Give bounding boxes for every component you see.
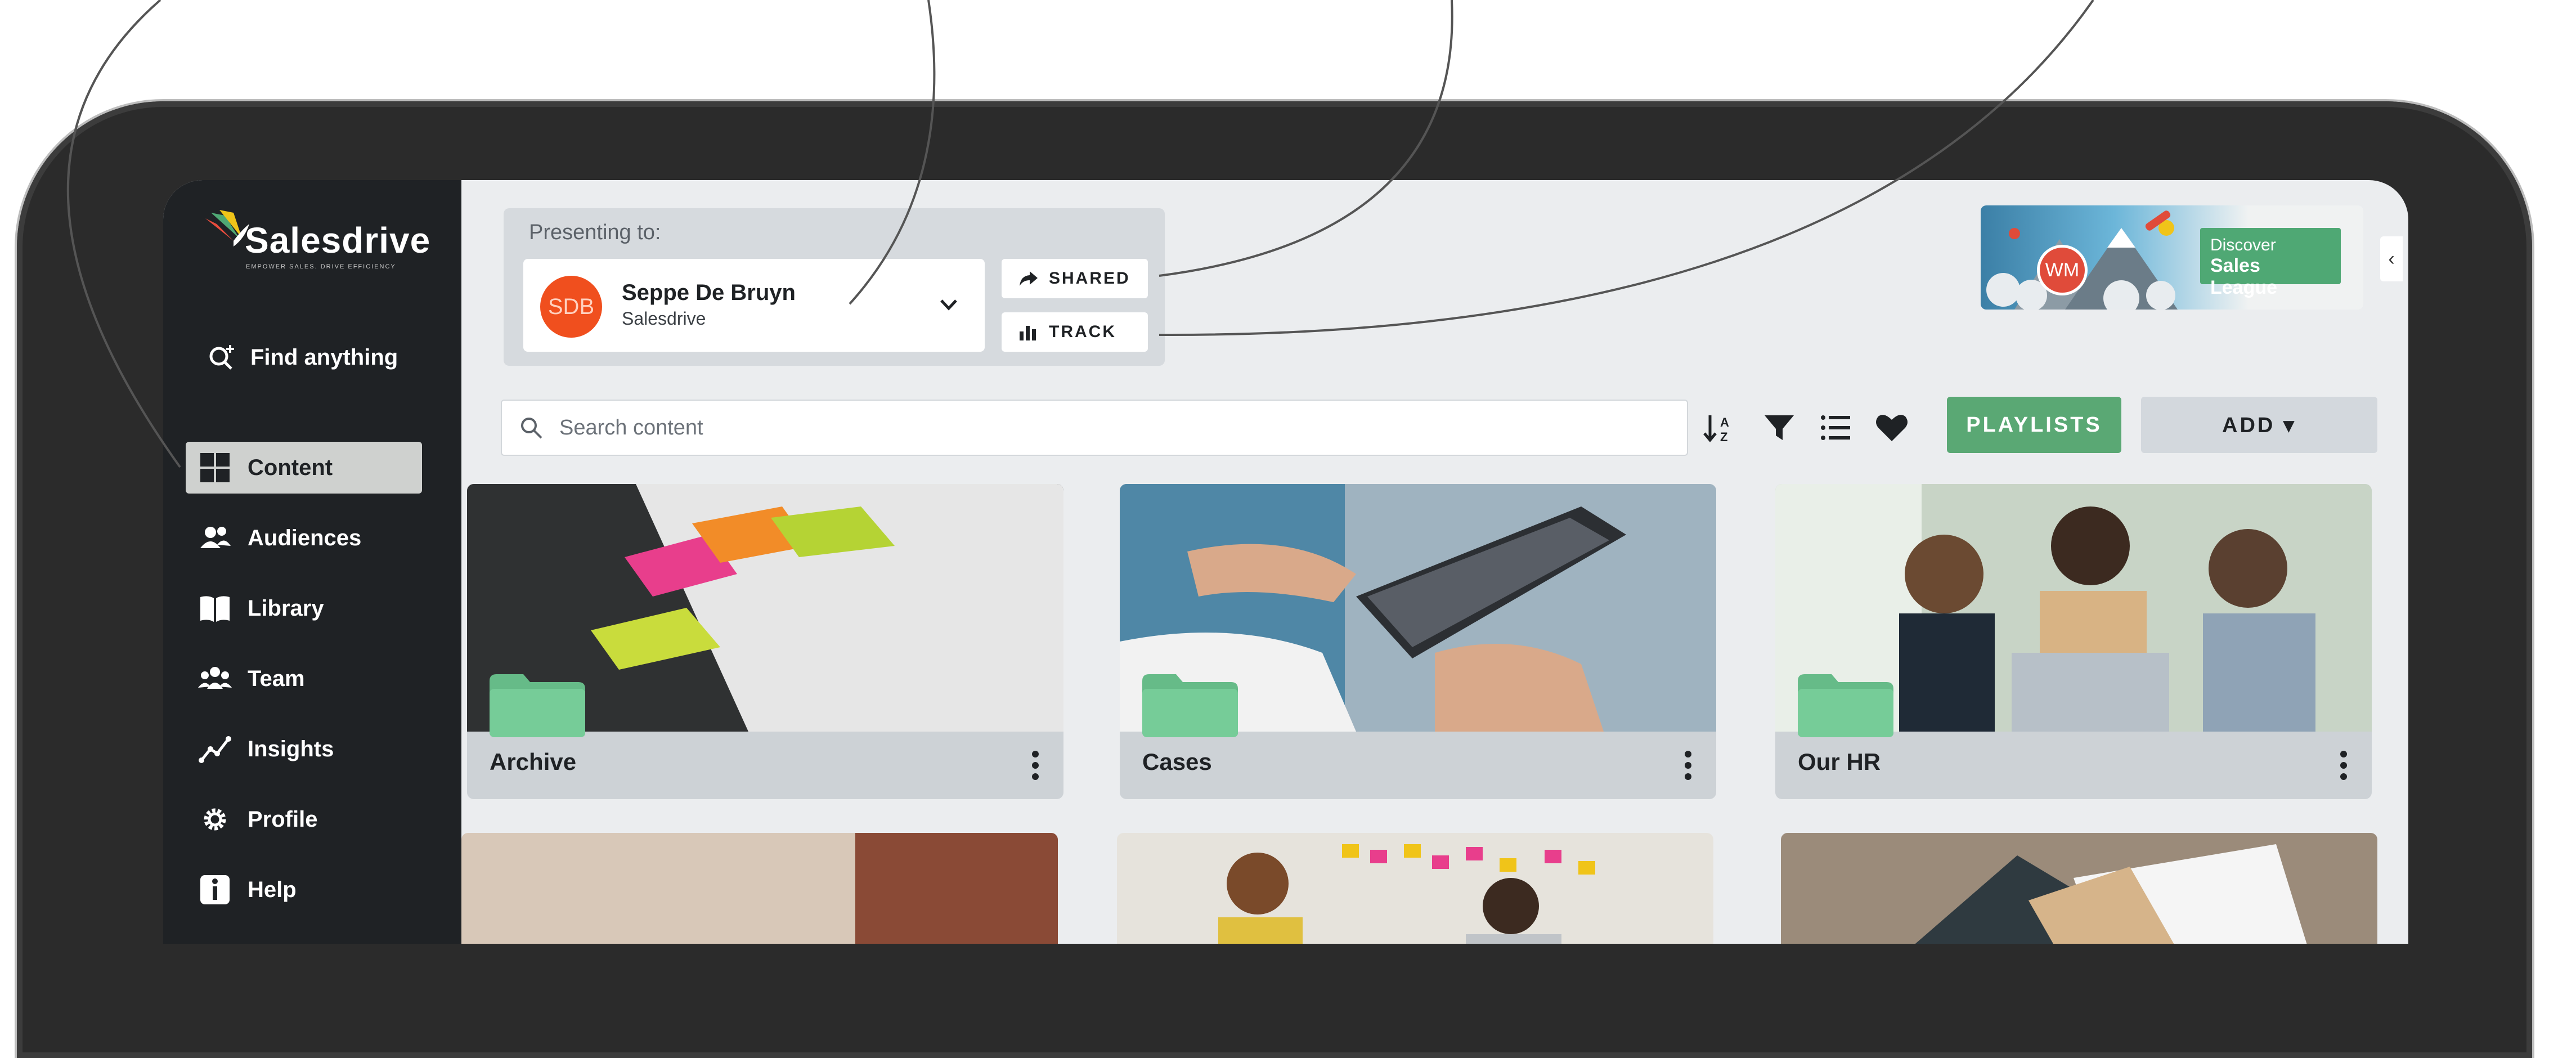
- track-button[interactable]: TRACK: [1002, 312, 1148, 352]
- search-bar[interactable]: [501, 400, 1688, 456]
- chevron-left-icon: ‹: [2388, 248, 2395, 270]
- more-vertical-icon[interactable]: [1682, 748, 1694, 782]
- more-vertical-icon[interactable]: [2338, 748, 2349, 782]
- sidebar-item-profile[interactable]: Profile: [186, 793, 422, 845]
- brochures-thumbnail: [1781, 833, 2377, 944]
- shared-button[interactable]: SHARED: [1002, 259, 1148, 298]
- promo-line2: Sales League: [2210, 255, 2278, 298]
- playlists-button[interactable]: PLAYLISTS: [1947, 397, 2121, 453]
- sidebar-item-label: Library: [248, 595, 324, 621]
- chart-line-icon: [199, 736, 231, 763]
- share-arrow-icon: [1020, 271, 1038, 286]
- folder-card-archive[interactable]: Archive: [467, 484, 1063, 799]
- folder-card-our-hr[interactable]: Our HR: [1775, 484, 2372, 799]
- card-title: Cases: [1142, 748, 1212, 775]
- promo-line1: Discover: [2210, 236, 2276, 254]
- collapse-panel-button[interactable]: ‹: [2380, 236, 2403, 281]
- shared-label: SHARED: [1049, 269, 1130, 288]
- card-title: Archive: [490, 748, 577, 775]
- find-anything-label: Find anything: [250, 344, 398, 370]
- folder-card-brochures[interactable]: [1781, 833, 2377, 944]
- sidebar-item-label: Help: [248, 877, 297, 902]
- find-anything-button[interactable]: Find anything: [189, 335, 436, 380]
- search-plus-icon: [209, 345, 234, 370]
- track-label: TRACK: [1049, 322, 1116, 341]
- sidebar-item-label: Insights: [248, 736, 334, 761]
- team-icon: [198, 667, 232, 689]
- folder-icon: [490, 674, 585, 737]
- sidebar-item-insights[interactable]: Insights: [186, 723, 422, 775]
- svg-text:A: A: [1720, 415, 1729, 429]
- heart-icon[interactable]: [1874, 410, 1910, 446]
- sidebar-item-label: Team: [248, 666, 305, 691]
- list-view-icon[interactable]: [1817, 410, 1854, 446]
- chevron-down-icon: [940, 299, 957, 311]
- folder-card-cases[interactable]: Cases: [1120, 484, 1716, 799]
- presenting-panel: Presenting to: SDB Seppe De Bruyn Salesd…: [504, 208, 1165, 366]
- sidebar-item-content[interactable]: Content: [186, 442, 422, 494]
- folder-icon: [1142, 674, 1238, 737]
- main-content: Presenting to: SDB Seppe De Bruyn Salesd…: [461, 180, 2408, 944]
- handshake-thumbnail: [461, 833, 1058, 944]
- search-input[interactable]: [558, 415, 1630, 441]
- logo-wordmark: Salesdrive: [245, 220, 431, 261]
- audience-selector[interactable]: SDB Seppe De Bruyn Salesdrive: [523, 259, 985, 352]
- more-vertical-icon[interactable]: [1030, 748, 1041, 782]
- presenting-label: Presenting to:: [529, 221, 661, 244]
- audience-organisation: Salesdrive: [622, 308, 706, 329]
- sidebar-item-label: Audiences: [248, 525, 362, 550]
- promo-tag: Discover Sales League: [2200, 228, 2341, 298]
- folder-card-whiteboard[interactable]: [1117, 833, 1713, 944]
- sidebar-item-library[interactable]: Library: [186, 582, 422, 634]
- promo-avatar: WM: [2037, 245, 2088, 295]
- users-icon: [200, 527, 231, 548]
- sidebar: Salesdrive EMPOWER SALES. DRIVE EFFICIEN…: [163, 180, 461, 944]
- whiteboard-thumbnail: [1117, 833, 1713, 944]
- folder-icon: [1798, 674, 1893, 737]
- info-icon: [200, 875, 230, 904]
- svg-text:Z: Z: [1720, 430, 1727, 444]
- sort-az-icon[interactable]: A Z: [1702, 410, 1738, 446]
- book-icon: [200, 596, 230, 622]
- search-icon: [521, 418, 542, 439]
- sidebar-item-audiences[interactable]: Audiences: [186, 512, 422, 564]
- sales-league-promo[interactable]: WM Discover Sales League: [1981, 205, 2363, 310]
- folder-card-handshake[interactable]: [461, 833, 1058, 944]
- filter-icon[interactable]: [1761, 410, 1797, 446]
- app-screen: Salesdrive EMPOWER SALES. DRIVE EFFICIEN…: [163, 180, 2408, 944]
- promo-illustration: [1986, 210, 2178, 310]
- card-title: Our HR: [1798, 748, 1881, 775]
- sidebar-item-help[interactable]: Help: [186, 864, 422, 916]
- gear-icon: [204, 808, 226, 831]
- bird-logo-icon: [205, 210, 249, 246]
- bar-chart-icon: [1020, 326, 1036, 340]
- audience-name: Seppe De Bruyn: [622, 280, 796, 305]
- add-dropdown-button[interactable]: ADD ▾: [2141, 397, 2377, 453]
- salesdrive-logo[interactable]: Salesdrive EMPOWER SALES. DRIVE EFFICIEN…: [200, 207, 436, 275]
- sidebar-item-label: Content: [248, 455, 333, 480]
- avatar: SDB: [540, 276, 602, 338]
- grid-icon: [200, 453, 230, 482]
- logo-tagline: EMPOWER SALES. DRIVE EFFICIENCY: [246, 263, 396, 270]
- sidebar-item-label: Profile: [248, 806, 318, 832]
- sidebar-item-team[interactable]: Team: [186, 653, 422, 705]
